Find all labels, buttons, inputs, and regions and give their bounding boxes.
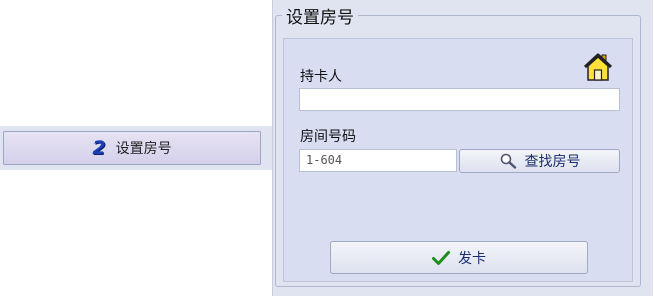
find-room-button[interactable]: 查找房号 — [459, 149, 620, 173]
group-title: 设置房号 — [282, 3, 358, 28]
checkmark-icon — [432, 250, 450, 265]
step-set-room-button[interactable]: 2 设置房号 — [3, 131, 261, 165]
cardholder-label: 持卡人 — [300, 69, 342, 85]
step-label: 设置房号 — [115, 141, 172, 157]
issue-card-label: 发卡 — [458, 250, 486, 267]
find-room-label: 查找房号 — [524, 154, 581, 170]
house-icon — [583, 53, 613, 81]
issue-card-button[interactable]: 发卡 — [330, 241, 588, 274]
step-number: 2 — [92, 137, 106, 159]
cardholder-field[interactable] — [299, 88, 620, 111]
room-number-field[interactable]: 1-604 — [299, 149, 457, 172]
room-number-label: 房间号码 — [300, 129, 356, 145]
magnifier-icon — [500, 153, 516, 169]
